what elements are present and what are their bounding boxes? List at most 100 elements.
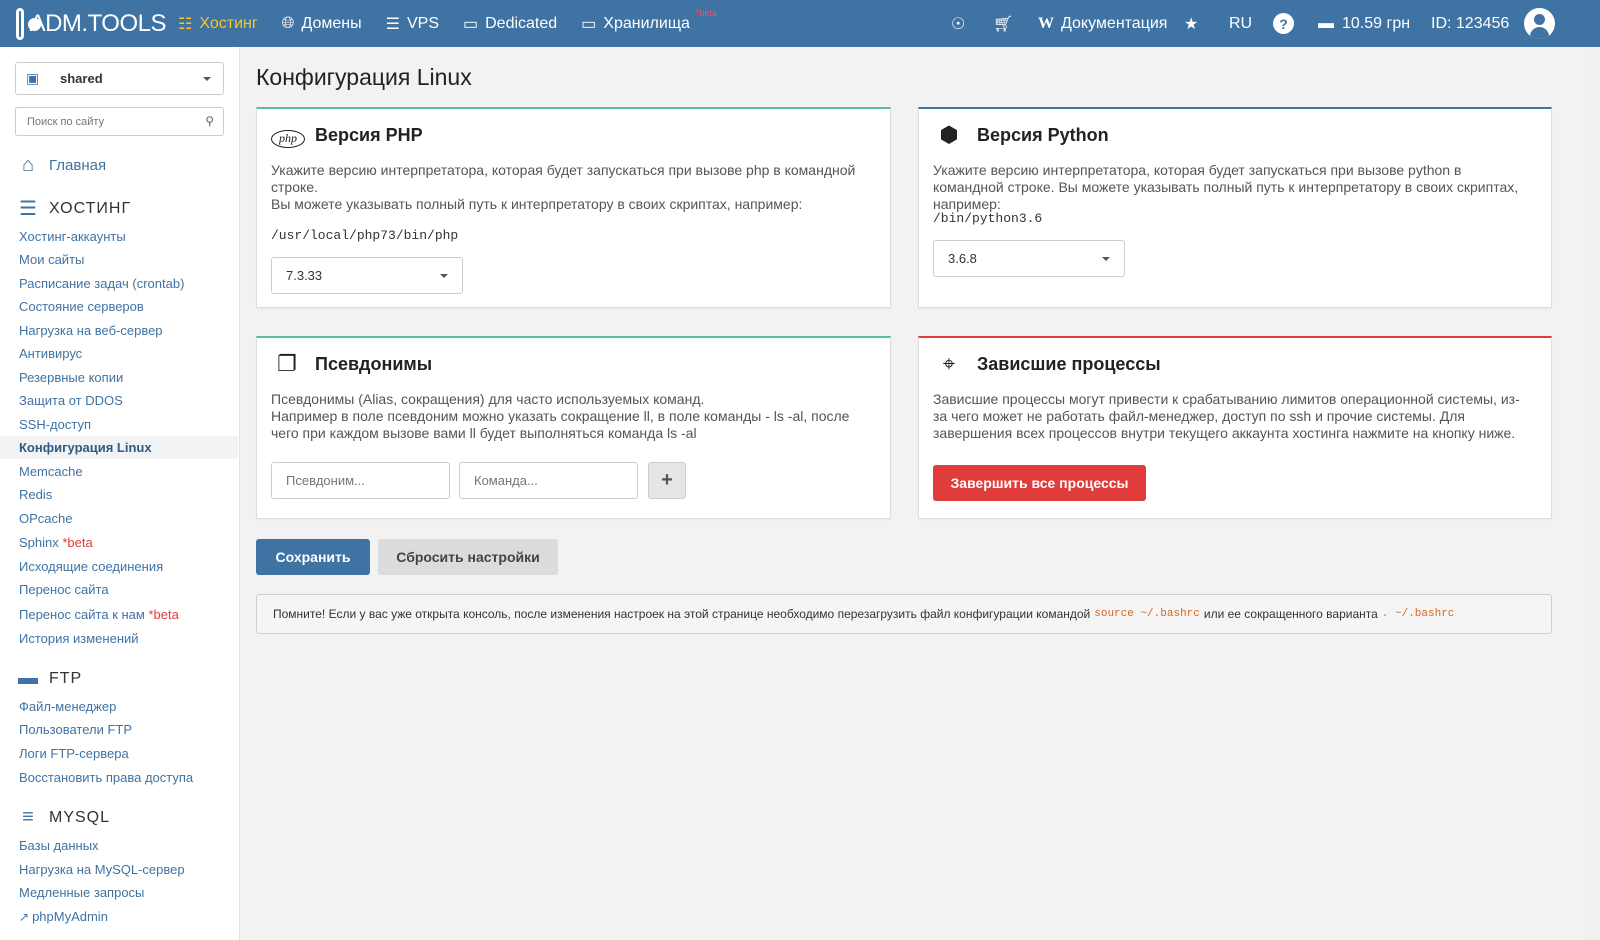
server-stack-icon: ☰ — [19, 198, 37, 220]
home-label: Главная — [49, 157, 107, 174]
nav-hosting[interactable]: ☷ Хостинг — [178, 14, 258, 34]
balance-value: 10.59 грн — [1342, 14, 1411, 32]
logo[interactable]: ADM.TOOLS — [16, 7, 167, 40]
python-path-example: /bin/python3.6 — [933, 211, 1043, 226]
sidebar-item-server-status[interactable]: Состояние серверов — [0, 295, 238, 318]
aliases-description-line: Например в поле псевдоним можно указать … — [271, 408, 850, 441]
page-scrollbar[interactable] — [1586, 47, 1600, 940]
copy-icon: ❐ — [277, 351, 297, 376]
nav-dedicated[interactable]: ▭ Dedicated — [463, 14, 557, 34]
sitemap-icon: ☷ — [178, 15, 193, 33]
docs-link[interactable]: W Документация — [1038, 15, 1178, 33]
save-button[interactable]: Сохранить — [256, 539, 370, 575]
sidebar-item-hosting-accounts[interactable]: Хостинг-аккаунты — [0, 225, 238, 248]
sidebar-home[interactable]: ⌂ Главная — [16, 154, 106, 177]
logo-icon — [16, 7, 40, 40]
cart-icon[interactable]: 🛒︎ — [993, 14, 1013, 34]
main-nav: ☷ Хостинг 🌐︎ Домены ☰ VPS ▭ Dedicated ▭ … — [178, 8, 717, 34]
sidebar-item-mysql-load[interactable]: Нагрузка на MySQL-сервер — [0, 858, 238, 881]
sidebar-item-outgoing[interactable]: Исходящие соединения — [0, 555, 238, 578]
sidebar-item-redis[interactable]: Redis — [0, 483, 238, 506]
card-title: Версия PHP — [315, 124, 423, 145]
kill-processes-button[interactable]: Завершить все процессы — [933, 465, 1146, 501]
crosshairs-icon: ⌖ — [942, 351, 956, 376]
select-value: 3.6.8 — [948, 251, 977, 266]
aliases-card: ❐ Псевдонимы Псевдонимы (Alias, сокращен… — [256, 336, 891, 519]
sidebar-section-ftp: ▬ FTP — [16, 667, 82, 690]
docs-label: Документация — [1061, 14, 1168, 32]
card-title: Зависшие процессы — [977, 353, 1161, 374]
sidebar-item-ssh[interactable]: SSH-доступ — [0, 413, 238, 436]
hung-processes-card: ⌖ Зависшие процессы Зависшие процессы мо… — [918, 336, 1552, 519]
search-icon[interactable]: ⚲ — [205, 114, 214, 128]
sidebar-item-backups[interactable]: Резервные копии — [0, 366, 238, 389]
nav-storage[interactable]: ▭ Хранилища *beta — [581, 8, 717, 34]
python-icon: ⬢ — [939, 122, 959, 147]
hdd-icon: ▭ — [463, 15, 479, 33]
notice-text: Помните! Если у вас уже открыта консоль,… — [273, 607, 1091, 621]
notice-alert: Помните! Если у вас уже открыта консоль,… — [256, 594, 1552, 634]
processes-description: Зависшие процессы могут привести к сраба… — [933, 391, 1520, 441]
nav-domains[interactable]: 🌐︎ Домены — [282, 15, 362, 33]
sidebar-item-restore-permissions[interactable]: Восстановить права доступа — [0, 766, 238, 789]
card-header: php Версия PHP — [271, 122, 423, 148]
sidebar-item-label: Sphinx — [19, 535, 59, 550]
beta-badge: *beta — [148, 607, 179, 622]
folder-icon: ▬ — [18, 667, 38, 689]
section-title: FTP — [49, 669, 83, 687]
php-version-select[interactable]: 7.3.33 — [271, 257, 463, 294]
account-id-label: ID: 123456 — [1431, 14, 1510, 32]
home-icon: ⌂ — [21, 154, 35, 176]
sidebar: ▣ shared ⚲ ⌂ Главная ☰ ХОСТИНГ Хостинг-а… — [0, 47, 240, 940]
database-icon: ≡ — [22, 806, 34, 828]
section-title: MYSQL — [49, 808, 111, 826]
lightbulb-icon[interactable]: ☉ — [951, 14, 971, 34]
card-title: Версия Python — [977, 124, 1109, 145]
add-alias-button[interactable]: + — [648, 462, 686, 499]
php-description-line: Укажите версию интерпретатора, которая б… — [271, 162, 856, 195]
sidebar-item-transfer-to-us[interactable]: Перенос сайта к нам *beta — [0, 603, 238, 626]
card-header: ❐ Псевдонимы — [271, 351, 432, 377]
language-switch[interactable]: RU — [1229, 15, 1253, 33]
balance[interactable]: ▬ 10.59 грн — [1318, 15, 1428, 33]
account-value: shared — [60, 71, 103, 86]
python-description: Укажите версию интерпретатора, которая б… — [933, 162, 1519, 212]
help-button[interactable]: ? — [1273, 13, 1294, 34]
nav-vps[interactable]: ☰ VPS — [386, 14, 439, 34]
sidebar-item-label: Перенос сайта к нам — [19, 607, 145, 622]
avatar — [1524, 8, 1555, 39]
sidebar-item-crontab[interactable]: Расписание задач (crontab) — [0, 272, 238, 295]
user-menu[interactable] — [1524, 8, 1555, 39]
sidebar-item-antivirus[interactable]: Антивирус — [0, 342, 238, 365]
star-icon[interactable]: ★ — [1184, 14, 1204, 34]
sidebar-item-slow-queries[interactable]: Медленные запросы — [0, 881, 238, 904]
sidebar-item-file-manager[interactable]: Файл-менеджер — [0, 695, 238, 718]
sidebar-item-ftp-users[interactable]: Пользователи FTP — [0, 718, 238, 741]
sidebar-item-opcache[interactable]: OPcache — [0, 507, 238, 530]
sidebar-item-phpmyadmin[interactable]: ↗ phpMyAdmin — [0, 905, 238, 928]
sidebar-item-memcache[interactable]: Memcache — [0, 460, 238, 483]
sidebar-item-my-sites[interactable]: Мои сайты — [0, 248, 238, 271]
command-input[interactable] — [459, 462, 638, 499]
account-id[interactable]: ID: 123456 — [1431, 15, 1521, 33]
python-version-select[interactable]: 3.6.8 — [933, 240, 1125, 277]
sidebar-section-hosting: ☰ ХОСТИНГ — [16, 196, 131, 221]
search-input[interactable] — [16, 108, 191, 135]
question-icon: ? — [1273, 13, 1294, 34]
sidebar-item-databases[interactable]: Базы данных — [0, 834, 238, 857]
beta-badge: *beta — [695, 7, 717, 18]
sidebar-item-sphinx[interactable]: Sphinx *beta — [0, 531, 238, 554]
alias-input[interactable] — [271, 462, 450, 499]
card-title: Псевдонимы — [315, 353, 433, 374]
sidebar-item-history[interactable]: История изменений — [0, 627, 238, 650]
sidebar-item-linux-config[interactable]: Конфигурация Linux — [0, 436, 238, 459]
sidebar-item-web-load[interactable]: Нагрузка на веб-сервер — [0, 319, 238, 342]
sidebar-item-site-transfer[interactable]: Перенос сайта — [0, 578, 238, 601]
account-selector[interactable]: ▣ shared — [15, 62, 224, 95]
reset-button[interactable]: Сбросить настройки — [378, 539, 558, 575]
sidebar-item-ddos[interactable]: Защита от DDOS — [0, 389, 238, 412]
storage-icon: ▭ — [581, 15, 597, 33]
nav-label: Хранилища — [603, 14, 690, 32]
sidebar-item-ftp-logs[interactable]: Логи FTP-сервера — [0, 742, 238, 765]
sidebar-item-label: phpMyAdmin — [32, 909, 108, 924]
